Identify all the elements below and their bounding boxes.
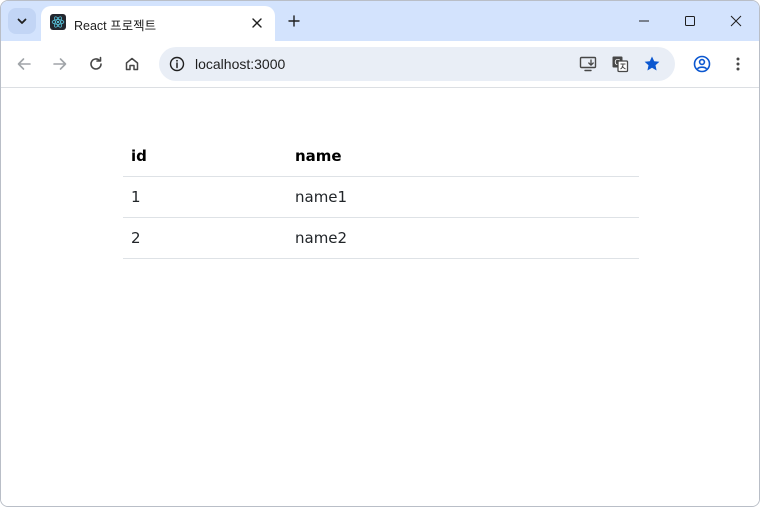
column-header-id: id bbox=[123, 136, 287, 177]
table-cell-id: 2 bbox=[123, 217, 287, 259]
table-cell-name: name2 bbox=[287, 217, 639, 259]
table-row: 2 name2 bbox=[123, 217, 639, 259]
install-app-button[interactable] bbox=[576, 52, 600, 76]
tab-close-button[interactable] bbox=[248, 14, 266, 32]
reload-icon bbox=[90, 56, 102, 70]
home-button[interactable] bbox=[118, 50, 146, 78]
browser-window: React 프로젝트 localhost:3000 id name 1 name… bbox=[0, 0, 760, 507]
table-row: 1 name1 bbox=[123, 176, 639, 218]
menu-button[interactable] bbox=[724, 50, 752, 78]
address-bar[interactable]: localhost:3000 G bbox=[159, 47, 675, 81]
table-cell-name: name1 bbox=[287, 176, 639, 218]
bookmark-star-button[interactable] bbox=[640, 52, 664, 76]
column-header-name: name bbox=[287, 136, 639, 177]
table-cell-id: 1 bbox=[123, 176, 287, 218]
chevron-down-icon bbox=[17, 18, 27, 24]
page-content: id name 1 name1 2 name2 bbox=[1, 88, 759, 506]
close-icon bbox=[730, 15, 742, 27]
tab-strip: React 프로젝트 bbox=[1, 1, 759, 41]
info-icon bbox=[169, 56, 185, 72]
back-button[interactable] bbox=[10, 50, 38, 78]
site-info-button[interactable] bbox=[165, 52, 189, 76]
translate-button[interactable]: G bbox=[608, 52, 632, 76]
translate-icon: G bbox=[612, 56, 629, 73]
tab-search-button[interactable] bbox=[8, 8, 36, 34]
url-text[interactable]: localhost:3000 bbox=[195, 56, 285, 72]
arrow-left-icon bbox=[17, 58, 31, 70]
more-vertical-icon bbox=[736, 57, 740, 71]
table-header-row: id name bbox=[123, 136, 639, 177]
minimize-icon bbox=[639, 20, 649, 22]
star-icon bbox=[644, 56, 660, 71]
browser-toolbar: localhost:3000 G bbox=[1, 41, 759, 88]
browser-tab-active[interactable]: React 프로젝트 bbox=[41, 6, 275, 41]
minimize-button[interactable] bbox=[621, 1, 667, 41]
arrow-right-icon bbox=[53, 58, 67, 70]
profile-button[interactable] bbox=[688, 50, 716, 78]
react-logo-icon bbox=[50, 14, 66, 30]
install-icon bbox=[579, 56, 597, 72]
new-tab-button[interactable] bbox=[283, 10, 305, 32]
close-icon bbox=[252, 18, 262, 28]
home-icon bbox=[125, 57, 139, 71]
plus-icon bbox=[288, 15, 300, 27]
close-window-button[interactable] bbox=[713, 1, 759, 41]
account-circle-icon bbox=[693, 55, 711, 73]
maximize-button[interactable] bbox=[667, 1, 713, 41]
data-table: id name 1 name1 2 name2 bbox=[123, 136, 639, 259]
forward-button[interactable] bbox=[46, 50, 74, 78]
tab-title: React 프로젝트 bbox=[74, 19, 157, 33]
reload-button[interactable] bbox=[82, 50, 110, 78]
maximize-icon bbox=[685, 16, 695, 26]
